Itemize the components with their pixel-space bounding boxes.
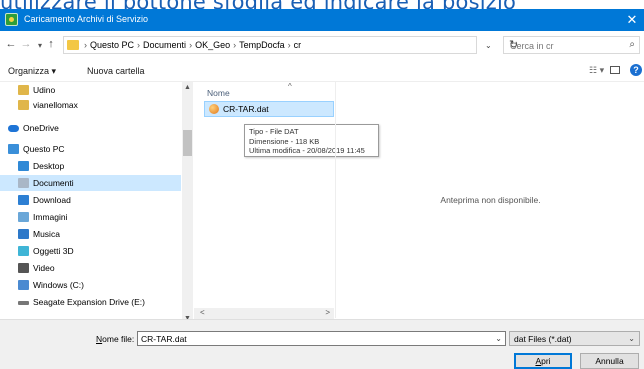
download-icon — [18, 195, 29, 205]
sidebar-item[interactable]: Immagini — [0, 209, 181, 225]
filename-label: Nome file: — [96, 334, 135, 344]
close-button[interactable]: ✕ — [624, 12, 640, 28]
computer-icon — [8, 144, 19, 154]
command-toolbar: Organizza ▾ Nuova cartella ☷ ▾ ? — [0, 60, 644, 82]
window-title: Caricamento Archivi di Servizio — [24, 14, 149, 24]
sidebar-item-label: Udino — [33, 85, 56, 95]
preview-pane-toggle-icon[interactable] — [610, 66, 620, 74]
sidebar-item[interactable]: Udino — [0, 82, 181, 98]
sidebar-item[interactable]: Windows (C:) — [0, 277, 181, 293]
search-input[interactable] — [510, 39, 620, 52]
breadcrumb-item[interactable]: Documenti — [143, 40, 186, 50]
file-type-filter-select[interactable]: dat Files (*.dat) ⌄ — [509, 331, 640, 346]
sidebar-item-label: Oggetti 3D — [33, 246, 74, 256]
scrollbar-thumb[interactable] — [183, 130, 192, 156]
sidebar-item-label: OneDrive — [23, 123, 59, 133]
breadcrumb-separator[interactable]: › — [233, 40, 236, 50]
sidebar-item[interactable]: Video — [0, 260, 181, 276]
documents-icon — [18, 178, 29, 188]
breadcrumb-separator[interactable]: › — [189, 40, 192, 50]
breadcrumb: › Questo PC › Documenti › OK_Geo › TempDocfa › cr — [84, 40, 304, 50]
sidebar-item-label: Musica — [33, 229, 60, 239]
sidebar-item[interactable]: Desktop — [0, 158, 181, 174]
breadcrumb-item[interactable]: TempDocfa — [239, 40, 285, 50]
path-breadcrumb[interactable]: › Questo PC › Documenti › OK_Geo › TempDocfa › cr — [63, 36, 477, 54]
open-button[interactable]: Apri — [514, 353, 572, 369]
sidebar-item[interactable]: Documenti — [0, 175, 181, 191]
sort-caret-icon: ^ — [288, 82, 292, 91]
forward-arrow-icon[interactable]: → — [20, 38, 32, 50]
video-icon — [18, 263, 29, 273]
view-options-icon[interactable]: ☷ ▾ — [589, 65, 604, 76]
sidebar-item-label: Download — [33, 195, 71, 205]
preview-message: Anteprima non disponibile. — [440, 195, 541, 205]
filename-dropdown-chevron-icon[interactable]: ⌄ — [495, 334, 502, 343]
breadcrumb-item[interactable]: cr — [294, 40, 302, 50]
scroll-left-icon[interactable]: < — [200, 308, 205, 317]
sidebar-item-label: Immagini — [33, 212, 68, 222]
breadcrumb-item[interactable]: Questo PC — [90, 40, 134, 50]
user-folder-icon — [18, 100, 29, 110]
external-drive-icon — [18, 301, 29, 305]
cancel-button[interactable]: Annulla — [580, 353, 639, 369]
navigation-pane: Seagate Expansion Drive (E:)Seagate Expa… — [0, 82, 193, 331]
breadcrumb-separator[interactable]: › — [288, 40, 291, 50]
sidebar-item-label: Seagate Expansion Drive (E:) — [33, 297, 145, 307]
drive-c-icon — [18, 280, 29, 290]
sidebar-item[interactable]: OneDrive — [0, 120, 181, 136]
pictures-icon — [18, 212, 29, 222]
sidebar-item[interactable]: vianellomax — [0, 97, 181, 113]
breadcrumb-separator[interactable]: › — [137, 40, 140, 50]
up-arrow-icon[interactable]: ↑ — [45, 38, 57, 50]
dat-file-icon — [209, 104, 219, 114]
sidebar-item[interactable]: Seagate Expansion Drive (E:) — [0, 294, 181, 310]
desktop-icon — [18, 161, 29, 171]
navigation-scrollbar[interactable]: ▲ ▼ — [182, 82, 193, 331]
search-icon[interactable]: ⌕ — [629, 39, 635, 50]
app-icon — [5, 13, 18, 26]
music-icon — [18, 229, 29, 239]
breadcrumb-item[interactable]: OK_Geo — [195, 40, 230, 50]
breadcrumb-separator[interactable]: › — [84, 40, 87, 50]
file-list: ^ Nome CR-TAR.dat — [194, 82, 334, 318]
file-name: CR-TAR.dat — [223, 104, 269, 114]
horizontal-scrollbar[interactable]: < > — [194, 308, 334, 319]
scroll-right-icon[interactable]: > — [325, 308, 330, 317]
back-arrow-icon[interactable]: ← — [5, 38, 17, 50]
organize-button[interactable]: Organizza ▾ — [8, 66, 56, 77]
file-row[interactable]: CR-TAR.dat — [204, 101, 334, 117]
sidebar-item-label: Windows (C:) — [33, 280, 85, 290]
new-folder-button[interactable]: Nuova cartella — [87, 66, 145, 76]
sidebar-item-label: Desktop — [33, 161, 65, 171]
search-box: ⌕ — [503, 36, 640, 54]
filename-field: ⌄ — [137, 331, 506, 346]
folder-icon — [67, 40, 79, 50]
sidebar-item[interactable]: Download — [0, 192, 181, 208]
sidebar-item[interactable]: Musica — [0, 226, 181, 242]
column-header-name[interactable]: Nome — [207, 88, 230, 98]
user-folder-icon — [18, 85, 29, 95]
scroll-up-icon[interactable]: ▲ — [184, 84, 191, 91]
preview-pane: Anteprima non disponibile. — [335, 82, 644, 318]
sidebar-item-label: vianellomax — [33, 100, 78, 110]
3d-objects-icon — [18, 246, 29, 256]
dialog-footer: Nome file: ⌄ dat Files (*.dat) ⌄ Apri An… — [0, 319, 644, 369]
filter-chevron-down-icon: ⌄ — [628, 334, 635, 343]
sidebar-item-label: Questo PC — [23, 144, 65, 154]
filename-input[interactable] — [141, 333, 491, 345]
sidebar-item-label: Documenti — [33, 178, 74, 188]
sidebar-item[interactable]: Questo PC — [0, 141, 181, 157]
title-bar: Caricamento Archivi di Servizio ✕ — [0, 9, 644, 31]
path-dropdown-chevron-icon[interactable]: ⌄ — [485, 41, 492, 50]
sidebar-item-label: Video — [33, 263, 55, 273]
sidebar-item[interactable]: Oggetti 3D — [0, 243, 181, 259]
address-bar: ← → ▾ ↑ › Questo PC › Documenti › OK_Geo › Temp… — [0, 33, 644, 57]
help-icon[interactable]: ? — [630, 64, 642, 76]
file-type-filter-value: dat Files (*.dat) — [514, 334, 572, 344]
cloud-icon — [8, 125, 19, 132]
